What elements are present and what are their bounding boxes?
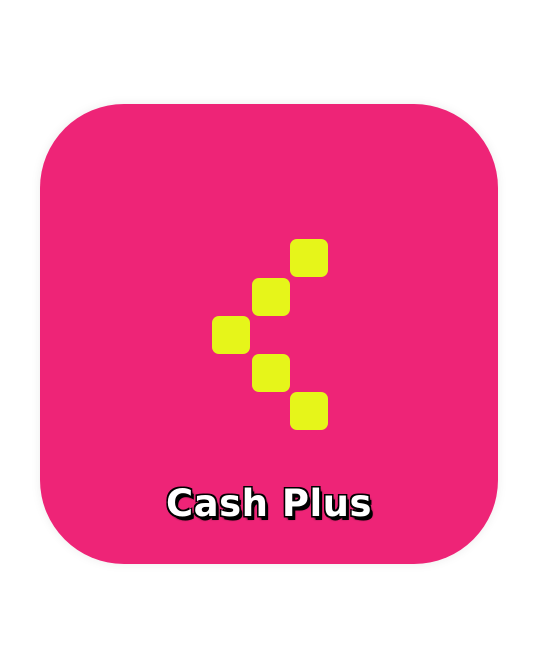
app-name-label: Cash Plus — [165, 482, 373, 525]
logo-block-bottom — [290, 392, 328, 430]
logo-block-lower — [252, 354, 290, 392]
logo-block-upper — [252, 278, 290, 316]
screen: Cash Plus — [0, 0, 536, 670]
cash-plus-app-icon[interactable]: Cash Plus — [40, 104, 498, 564]
logo-block-middle — [212, 316, 250, 354]
logo-block-top — [290, 239, 328, 277]
